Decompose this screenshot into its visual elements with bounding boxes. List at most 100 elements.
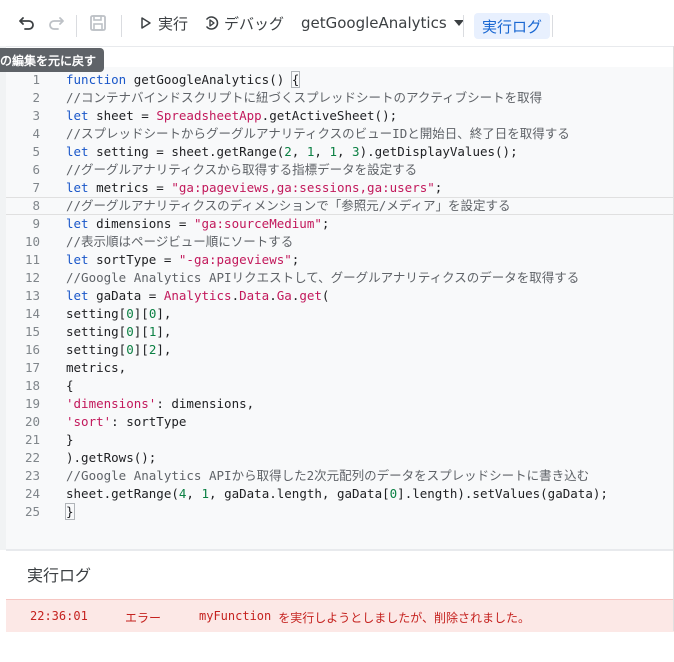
line-number: 3 [32,108,40,123]
line-number: 21 [24,432,40,447]
debug-button[interactable]: デバッグ [203,0,284,46]
code-line[interactable]: 23 //Google Analytics APIから取得した2次元配列のデータを… [6,467,674,485]
line-text: } [65,503,75,520]
line-number: 23 [24,468,40,483]
undo-icon [19,17,34,30]
line-number: 18 [24,378,40,393]
line-number: 4 [32,126,40,141]
line-text: setting[0][1], [66,324,172,339]
code-line[interactable]: 7 let metrics = "ga:pageviews,ga:sessions… [6,179,674,197]
function-name: getGoogleAnalytics [301,14,447,32]
code-line[interactable]: 19 'dimensions': dimensions, [6,395,674,413]
line-text: let setting = sheet.getRange(2, 1, 1, 3)… [66,144,518,159]
code-line[interactable]: 11 let sortType = "-ga:pageviews"; [6,251,674,269]
panel-divider[interactable] [6,549,674,551]
line-text: //グーグルアナリティクスのディメンションで「参照元/メディア」を設定する [66,198,511,213]
code-line[interactable]: 16 setting[0][2], [6,341,674,359]
line-text: let sortType = "-ga:pageviews"; [66,252,300,267]
line-number: 25 [24,504,40,519]
toolbar-divider [552,15,553,37]
toolbar: 実行 デバッグ getGoogleAnalytics 実行ログ [0,0,674,47]
line-text: setting[0][0], [66,306,172,321]
code-line[interactable]: 2 //コンテナバインドスクリプトに紐づくスプレッドシートのアクティブシートを取得 [6,89,674,107]
line-text: let dimensions = "ga:sourceMedium"; [66,216,330,231]
line-number: 8 [32,198,40,213]
log-function-name: myFunction [199,609,272,623]
code-line[interactable]: 10 //表示順はページビュー順にソートする [6,233,674,251]
line-number: 22 [24,450,40,465]
log-entry: 22:36:01 エラー myFunction を実行しようとしましたが、削除さ… [6,599,674,632]
code-line[interactable]: 5 let setting = sheet.getRange(2, 1, 1, 3… [6,143,674,161]
line-number: 6 [32,162,40,177]
run-button[interactable]: 実行 [139,0,188,46]
line-text: //スプレッドシートからグーグルアナリティクスのビューIDと開始日、終了日を取得… [66,126,570,141]
save-button[interactable] [89,0,107,46]
line-text: sheet.getRange(4, 1, gaData.length, gaDa… [66,486,608,501]
line-number: 5 [32,144,40,159]
function-select[interactable]: getGoogleAnalytics [301,0,465,46]
code-line[interactable]: 9 let dimensions = "ga:sourceMedium"; [6,215,674,233]
code-line[interactable]: 17 metrics, [6,359,674,377]
redo-button[interactable] [47,0,65,46]
line-text: let metrics = "ga:pageviews,ga:sessions,… [66,180,443,195]
log-message: を実行しようとしましたが、削除されました。 [271,611,530,625]
line-number: 2 [32,90,40,105]
line-number: 19 [24,396,40,411]
line-text: ).getRows(); [66,450,157,465]
code-line[interactable]: 21} [6,431,674,449]
log-time: 22:36:01 [30,609,88,623]
code-line[interactable]: 12 //Google Analytics APIリクエストして、グーグルアナリテ… [6,269,674,287]
line-number: 16 [24,342,40,357]
line-text: setting[0][2], [66,342,172,357]
debug-label: デバッグ [224,14,285,33]
line-number: 1 [32,72,40,87]
line-number: 10 [24,234,40,249]
line-text: //コンテナバインドスクリプトに紐づくスプレッドシートのアクティブシートを取得 [66,90,543,105]
undo-button[interactable] [18,0,36,46]
line-text: //表示順はページビュー順にソートする [66,234,294,249]
code-line[interactable]: 4 //スプレッドシートからグーグルアナリティクスのビューIDと開始日、終了日を取… [6,125,674,143]
line-text: //グーグルアナリティクスから取得する指標データを設定する [66,162,418,177]
line-text: //Google Analytics APIリクエストして、グーグルアナリティク… [66,270,580,285]
code-line[interactable]: 18 { [6,377,674,395]
code-line[interactable]: 25} [6,503,674,521]
code-line[interactable]: 15 setting[0][1], [6,323,674,341]
line-text: { [66,378,74,393]
line-text: } [66,432,74,447]
line-text: //Google Analytics APIから取得した2次元配列のデータをスプ… [66,468,590,483]
redo-icon [49,17,64,30]
code-line[interactable]: 6 //グーグルアナリティクスから取得する指標データを設定する [6,161,674,179]
code-line[interactable]: 3 let sheet = SpreadsheetApp.getActiveShe… [6,107,674,125]
line-text: 'dimensions': dimensions, [66,396,255,411]
line-text: metrics, [66,360,127,375]
line-number: 20 [24,414,40,429]
code-line[interactable]: 24 sheet.getRange(4, 1, gaData.length, ga… [6,485,674,503]
undo-tooltip: の編集を元に戻す [0,48,105,72]
code-line[interactable]: 1 function getGoogleAnalytics() { [6,71,674,89]
code-editor[interactable]: 1 function getGoogleAnalytics() { 2 //コンテナバ… [6,67,674,549]
line-text: function getGoogleAnalytics() { [66,71,301,88]
line-number: 15 [24,324,40,339]
run-label: 実行 [158,14,189,33]
code-line[interactable]: 22 ).getRows(); [6,449,674,467]
line-text: 'sort': sortType [66,414,187,429]
exec-log-button[interactable]: 実行ログ [474,13,551,39]
line-text: let sheet = SpreadsheetApp.getActiveShee… [66,108,398,123]
debug-icon [206,16,219,30]
line-number: 12 [24,270,40,285]
line-number: 24 [24,486,40,501]
code-line[interactable]: 14 setting[0][0], [6,305,674,323]
line-number: 14 [24,306,40,321]
line-number: 17 [24,360,40,375]
code-line[interactable]: 20 'sort': sortType [6,413,674,431]
exec-log-label: 実行ログ [482,17,543,36]
line-number: 9 [32,216,40,231]
code-line[interactable]: 8 //グーグルアナリティクスのディメンションで「参照元/メディア」を設定する [6,197,674,215]
code-line[interactable]: 13 let gaData = Analytics.Data.Ga.get( [6,287,674,305]
toolbar-divider [463,15,464,37]
line-number: 13 [24,288,40,303]
line-number: 11 [24,252,40,267]
play-icon [141,17,151,29]
toolbar-divider [76,15,77,37]
log-level: エラー [125,611,162,625]
